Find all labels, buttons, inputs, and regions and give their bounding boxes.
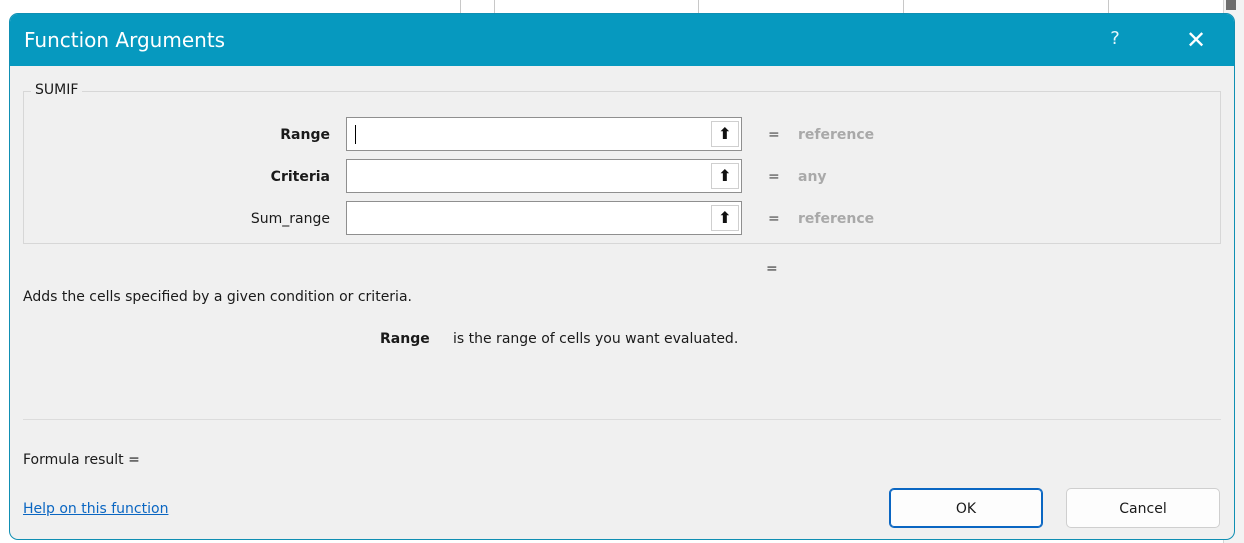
function-description: Adds the cells specified by a given cond… xyxy=(23,289,412,305)
text-caret xyxy=(355,125,356,144)
sheet-marker xyxy=(1226,0,1236,10)
arg-hint-criteria: any xyxy=(798,169,827,185)
equals-sign: = xyxy=(768,127,780,143)
upload-arrow-icon: ⬆ xyxy=(718,208,732,227)
sum-range-input-field[interactable] xyxy=(359,202,703,236)
argument-help-name: Range xyxy=(380,331,430,347)
arg-hint-range: reference xyxy=(798,127,875,143)
function-result-equals: = xyxy=(766,261,778,277)
sum-range-input[interactable]: ⬆ xyxy=(346,201,742,236)
help-on-function-link[interactable]: Help on this function xyxy=(23,501,168,517)
formula-result-label: Formula result = xyxy=(23,452,140,468)
range-input-field[interactable] xyxy=(359,118,703,152)
collapse-dialog-button-sum-range[interactable]: ⬆ xyxy=(711,205,739,231)
collapse-dialog-button-range[interactable]: ⬆ xyxy=(711,121,739,147)
divider xyxy=(23,419,1221,420)
arg-label-criteria: Criteria xyxy=(270,169,330,185)
function-name-legend: SUMIF xyxy=(31,82,83,98)
close-icon[interactable]: ✕ xyxy=(1182,25,1210,55)
upload-arrow-icon: ⬆ xyxy=(718,124,732,143)
equals-sign: = xyxy=(768,169,780,185)
dialog-title: Function Arguments xyxy=(24,28,226,52)
equals-sign: = xyxy=(768,211,780,227)
argument-help-text: is the range of cells you want evaluated… xyxy=(453,331,739,347)
criteria-input[interactable]: ⬆ xyxy=(346,159,742,194)
help-icon[interactable]: ? xyxy=(1105,28,1125,52)
arg-label-sum-range: Sum_range xyxy=(250,211,330,227)
arg-hint-sum-range: reference xyxy=(798,211,875,227)
collapse-dialog-button-criteria[interactable]: ⬆ xyxy=(711,163,739,189)
title-bar: Function Arguments ? ✕ xyxy=(10,14,1234,66)
arg-label-range: Range xyxy=(280,127,330,143)
cancel-button[interactable]: Cancel xyxy=(1066,488,1220,528)
criteria-input-field[interactable] xyxy=(359,160,703,194)
ok-button[interactable]: OK xyxy=(889,488,1043,528)
range-input[interactable]: ⬆ xyxy=(346,117,742,152)
upload-arrow-icon: ⬆ xyxy=(718,166,732,185)
